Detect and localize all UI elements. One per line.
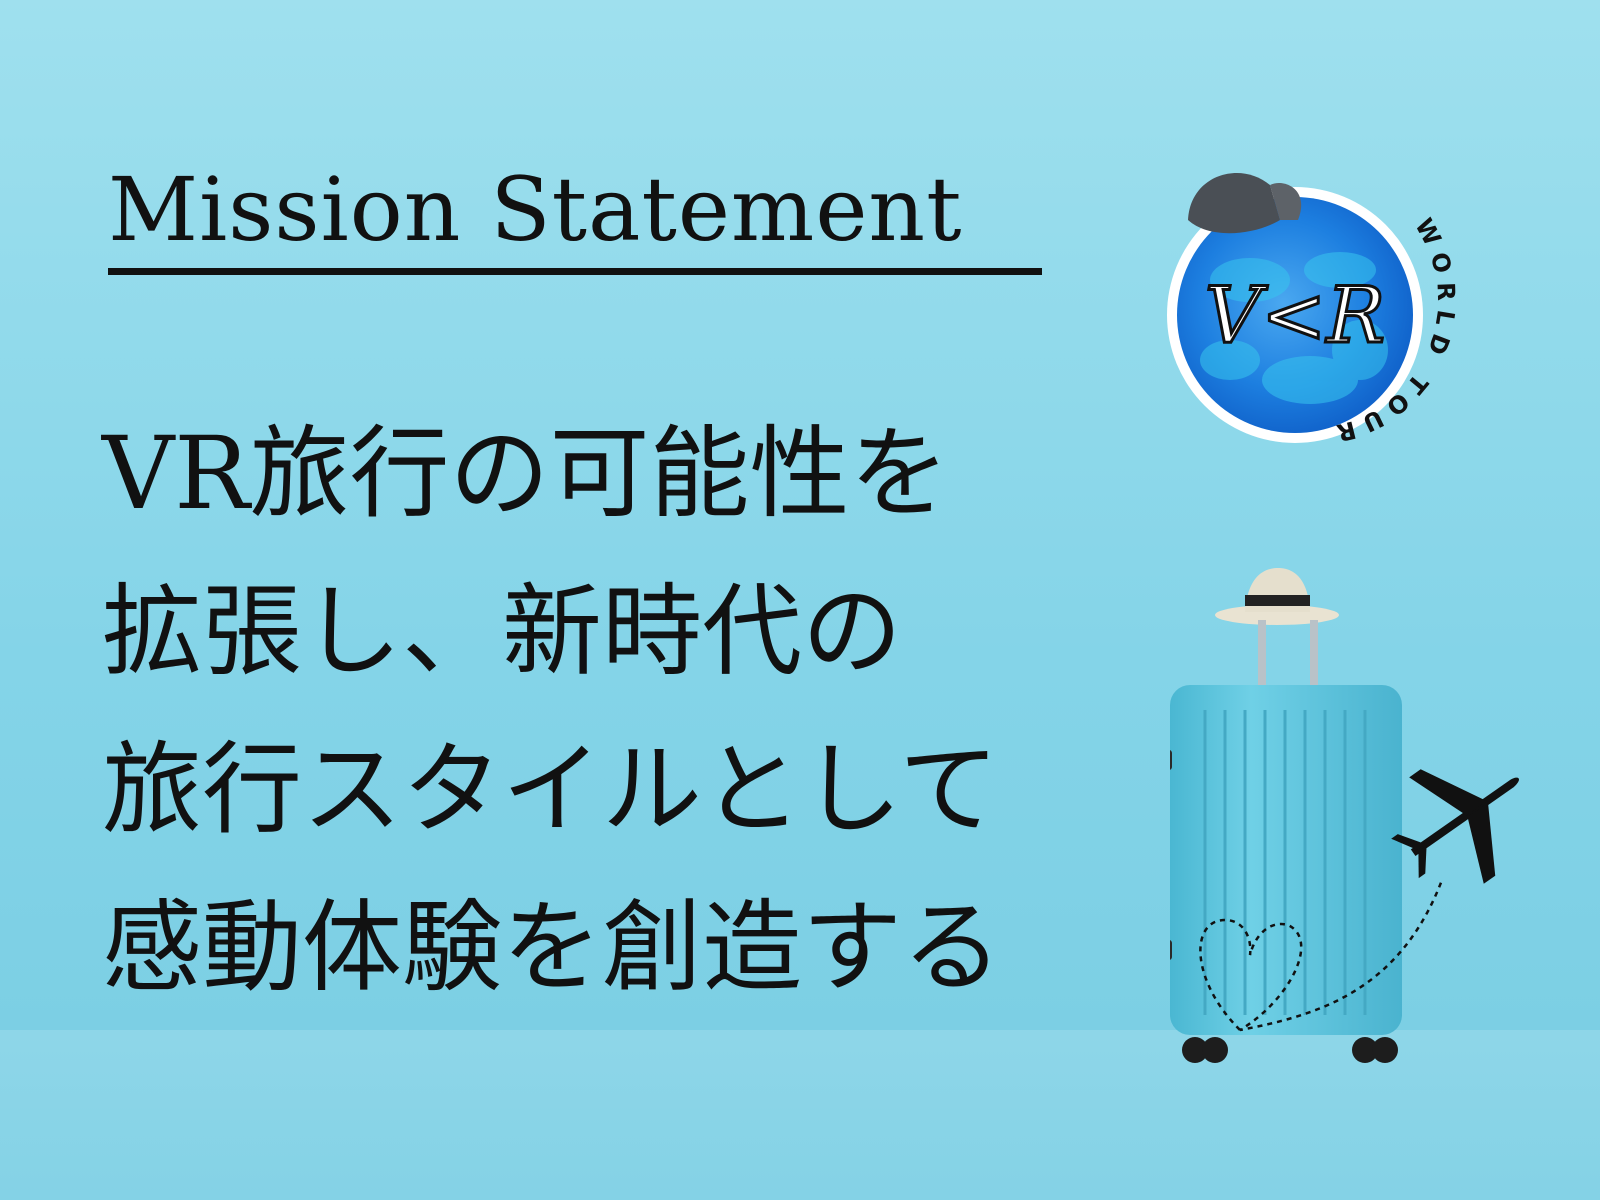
- hat-icon: [1215, 568, 1339, 625]
- suitcase-photo: [1170, 568, 1519, 1063]
- vr-world-tour-logo: V<R WORLD TOUR: [1167, 172, 1452, 449]
- svg-text:V<R: V<R: [1205, 271, 1385, 361]
- suitcase-icon: [1170, 685, 1402, 1063]
- statement-line-4: 感動体験を創造する: [102, 889, 1002, 1006]
- mission-statement: VR旅行の可能性を 拡張し、新時代の 旅行スタイルとして 感動体験を創造する: [102, 395, 1002, 1027]
- statement-line-2: 拡張し、新時代の: [102, 573, 902, 690]
- title-underline: [108, 268, 1042, 275]
- statement-line-3: 旅行スタイルとして: [102, 731, 999, 848]
- page-title: Mission Statement: [108, 158, 963, 261]
- statement-line-1: VR旅行の可能性を: [102, 415, 950, 532]
